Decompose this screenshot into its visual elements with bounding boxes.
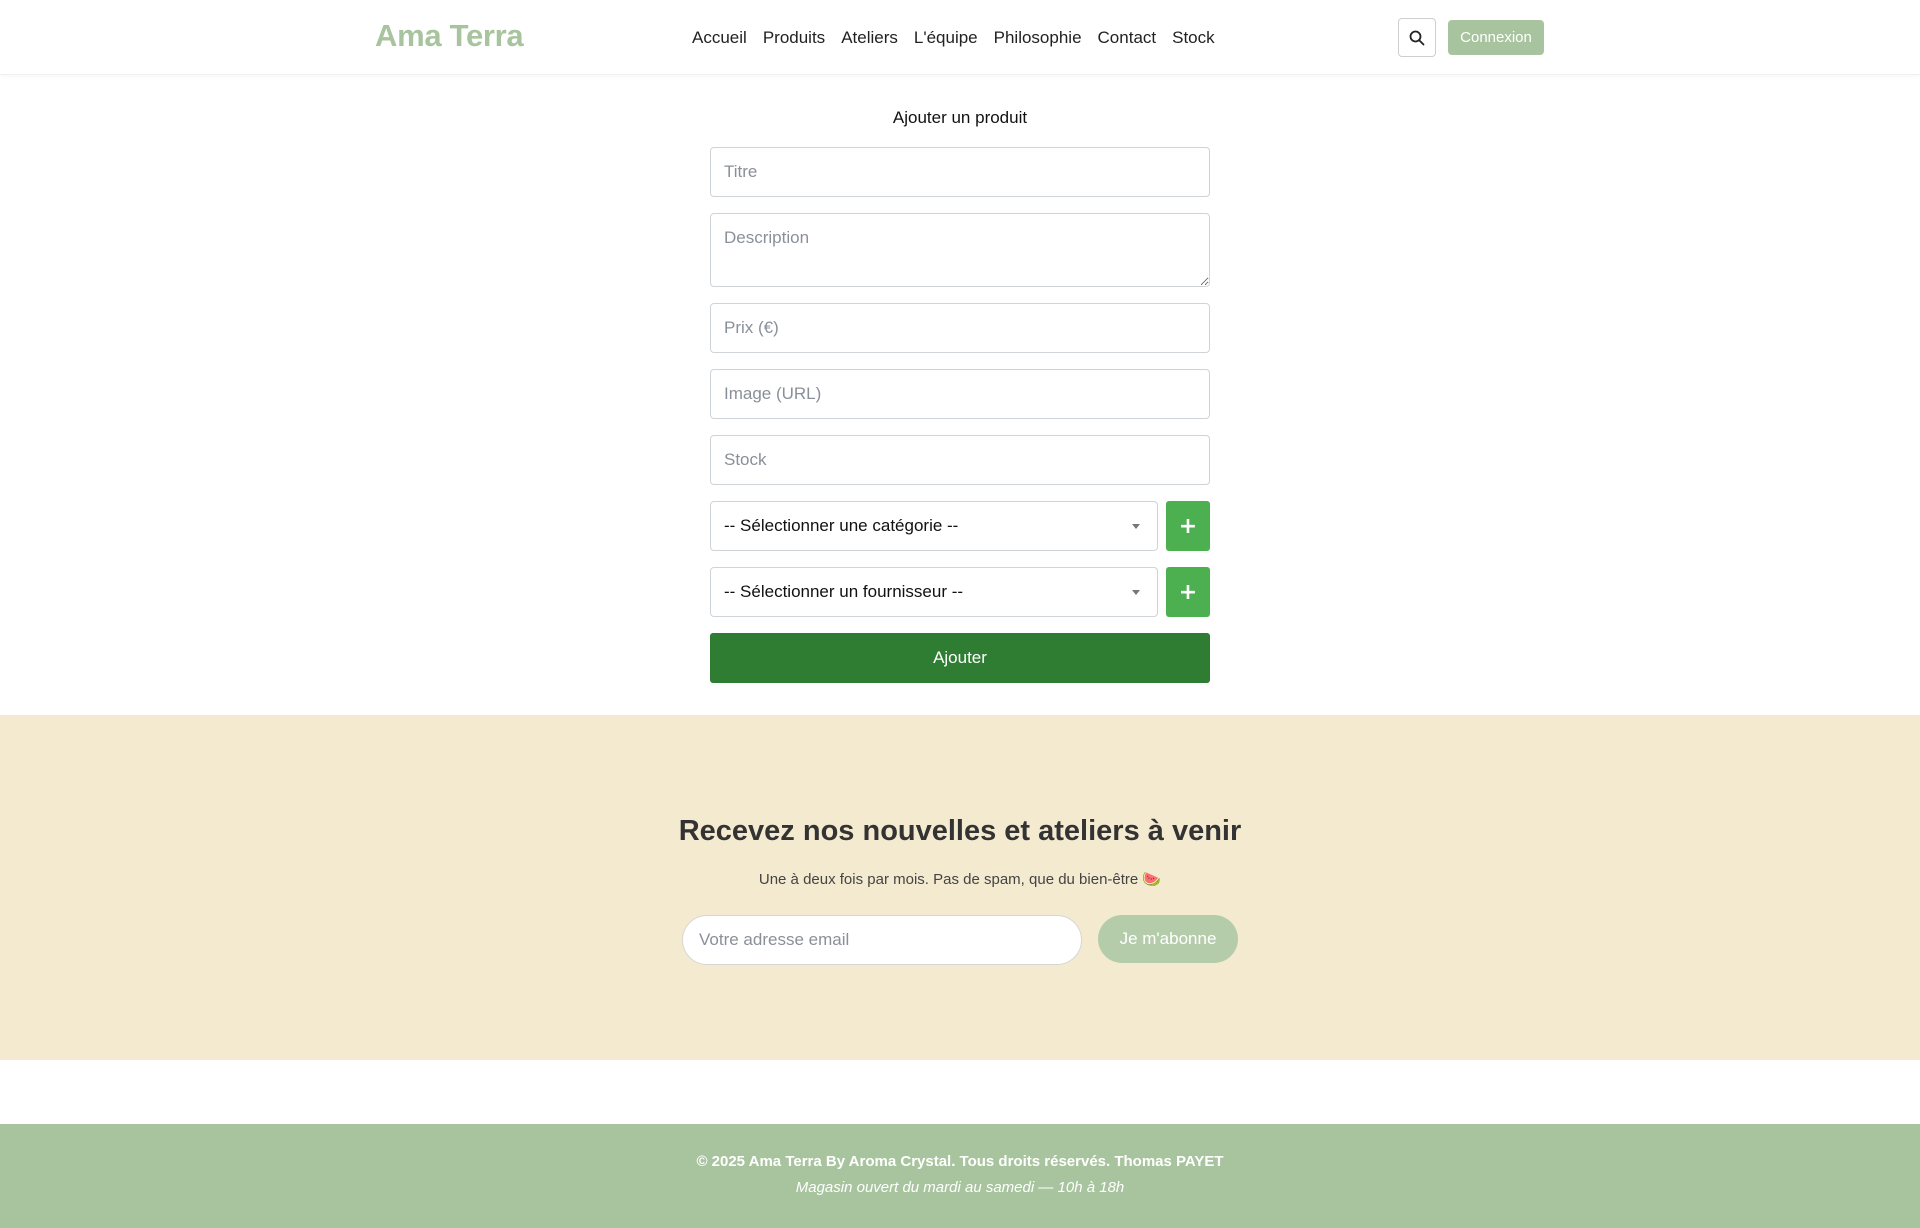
newsletter-subtitle: Une à deux fois par mois. Pas de spam, q… [758,871,1162,888]
image-url-input[interactable] [710,369,1210,419]
add-supplier-button[interactable]: + [1166,567,1210,617]
supplier-select[interactable]: -- Sélectionner un fournisseur -- [710,567,1158,617]
search-icon [1409,30,1425,45]
site-logo[interactable]: Ama Terra [375,18,524,54]
main-nav: Accueil Produits Ateliers L'équipe Philo… [692,0,1215,75]
nav-link-stock[interactable]: Stock [1172,28,1215,48]
description-textarea[interactable] [710,213,1210,287]
footer-copyright: © 2025 Ama Terra By Aroma Crystal. Tous … [696,1153,1224,1170]
newsletter-title: Recevez nos nouvelles et ateliers à veni… [678,815,1242,847]
site-footer: © 2025 Ama Terra By Aroma Crystal. Tous … [0,1124,1920,1228]
price-input[interactable] [710,303,1210,353]
supplier-select-value: -- Sélectionner un fournisseur -- [724,582,964,601]
nav-link-produits[interactable]: Produits [763,28,825,48]
title-input[interactable] [710,147,1210,197]
footer-hours: Magasin ouvert du mardi au samedi — 10h … [795,1179,1125,1196]
nav-link-contact[interactable]: Contact [1098,28,1157,48]
chevron-down-icon [1132,523,1140,529]
chevron-down-icon [1132,589,1140,595]
subscribe-button[interactable]: Je m'abonne [1098,915,1238,963]
newsletter-section: Recevez nos nouvelles et ateliers à veni… [0,715,1920,1060]
nav-link-accueil[interactable]: Accueil [692,28,747,48]
category-select-value: -- Sélectionner une catégorie -- [724,516,959,535]
newsletter-email-input[interactable] [682,915,1082,965]
submit-button[interactable]: Ajouter [710,633,1210,683]
nav-link-philosophie[interactable]: Philosophie [994,28,1082,48]
login-button[interactable]: Connexion [1448,20,1544,55]
site-header: Ama Terra Accueil Produits Ateliers L'éq… [0,0,1920,75]
form-title: Ajouter un produit [892,108,1028,127]
nav-link-equipe[interactable]: L'équipe [914,28,978,48]
nav-link-ateliers[interactable]: Ateliers [841,28,898,48]
category-select[interactable]: -- Sélectionner une catégorie -- [710,501,1158,551]
search-button[interactable] [1398,18,1436,57]
add-category-button[interactable]: + [1166,501,1210,551]
stock-input[interactable] [710,435,1210,485]
